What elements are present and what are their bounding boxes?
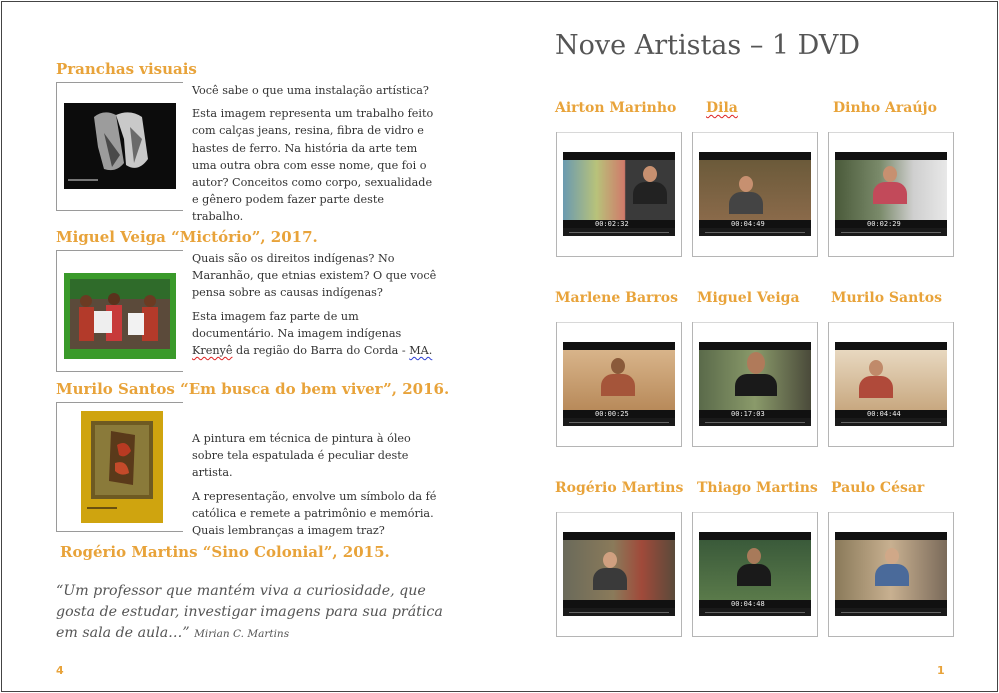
image-frame-painting (56, 402, 183, 532)
video-thumbnail[interactable]: 00:02:32 (563, 152, 675, 236)
page-title: Nove Artistas – 1 DVD (555, 30, 860, 61)
page-number-left: 4 (56, 664, 64, 677)
video-timecode: 00:04:48 (731, 600, 765, 608)
video-timecode: 00:00:25 (595, 410, 629, 418)
video-timecode: 00:02:29 (867, 220, 901, 228)
section-heading-miguel-veiga: Miguel Veiga “Mictório”, 2017. (56, 228, 318, 246)
video-frame-thiago-martins: 00:04:48 (692, 512, 818, 637)
spellcheck-word-krenye: Krenyê (192, 344, 233, 358)
video-controls[interactable] (563, 228, 675, 236)
teacher-quote: “Um professor que mantém viva a curiosid… (56, 581, 446, 645)
video-controls[interactable] (563, 608, 675, 616)
video-controls[interactable] (835, 608, 947, 616)
section2-paragraph-2-part-a: Esta imagem faz parte de um documentário… (192, 309, 402, 340)
image-frame-indigenous (56, 250, 183, 372)
video-controls[interactable] (563, 418, 675, 426)
video-thumbnail[interactable] (835, 532, 947, 616)
artist-name: Rogério Martins (555, 480, 684, 496)
section3-paragraph-2: A representação, envolve um símbolo da f… (192, 489, 437, 538)
video-thumbnail[interactable]: 00:04:48 (699, 532, 811, 616)
indigenous-documentary-image (64, 273, 176, 359)
section1-text: Você sabe o que uma instalação artística… (192, 82, 438, 232)
image-frame-mictorio (56, 82, 183, 211)
video-thumbnail[interactable]: 00:00:25 (563, 342, 675, 426)
video-thumbnail[interactable]: 00:04:44 (835, 342, 947, 426)
artist-name: Murilo Santos (831, 290, 942, 306)
spellcheck-word-ma: MA. (409, 344, 433, 358)
artist-name: Dila (706, 100, 738, 116)
video-thumbnail[interactable] (563, 532, 675, 616)
section-heading-pranchas: Pranchas visuais (56, 60, 197, 78)
section2-text: Quais são os direitos indígenas? No Mara… (192, 250, 438, 365)
section2-paragraph-2: Esta imagem faz parte de um documentário… (192, 308, 438, 360)
section-heading-rogerio-martins: Rogério Martins “Sino Colonial”, 2015. (60, 543, 390, 561)
video-controls[interactable] (835, 228, 947, 236)
video-frame-airton-marinho: 00:02:32 (556, 132, 682, 257)
video-controls[interactable] (835, 418, 947, 426)
section1-paragraph-1: Você sabe o que uma instalação artística… (192, 84, 429, 97)
section3-paragraph-1: A pintura em técnica de pintura à óleo s… (192, 432, 411, 480)
artist-name: Paulo César (831, 480, 925, 496)
video-thumbnail[interactable]: 00:02:29 (835, 152, 947, 236)
video-timecode: 00:02:32 (595, 220, 629, 228)
quote-author: Mirian C. Martins (194, 628, 290, 640)
artist-name: Marlene Barros (555, 290, 679, 306)
section1-paragraph-2: Esta imagem representa um trabalho feito… (192, 107, 434, 224)
video-frame-rogerio-martins (556, 512, 682, 637)
video-controls[interactable] (699, 418, 811, 426)
video-timecode: 00:04:44 (867, 410, 901, 418)
video-frame-marlene-barros: 00:00:25 (556, 322, 682, 447)
artist-name: Airton Marinho (555, 100, 677, 116)
artist-name: Miguel Veiga (697, 290, 800, 306)
video-frame-murilo-santos: 00:04:44 (828, 322, 954, 447)
section3-text: A pintura em técnica de pintura à óleo s… (192, 430, 438, 545)
video-controls[interactable] (699, 228, 811, 236)
video-controls[interactable] (699, 608, 811, 616)
video-frame-dila: 00:04:49 (692, 132, 818, 257)
video-timecode: 00:04:49 (731, 220, 765, 228)
section2-paragraph-2-part-b: da região do Barra do Corda - (232, 344, 410, 358)
video-frame-dinho-araujo: 00:02:29 (828, 132, 954, 257)
oil-painting-image (81, 411, 163, 523)
video-timecode: 00:17:03 (731, 410, 765, 418)
artist-name: Dinho Araújo (833, 100, 937, 116)
mictorio-artwork-image (64, 103, 176, 189)
video-thumbnail[interactable]: 00:17:03 (699, 342, 811, 426)
section2-paragraph-1: Quais são os direitos indígenas? No Mara… (192, 252, 437, 300)
section-heading-murilo-santos: Murilo Santos “Em busca do bem viver”, 2… (56, 380, 450, 398)
artist-name: Thiago Martins (697, 480, 818, 496)
video-frame-paulo-cesar (828, 512, 954, 637)
page-number-right: 1 (937, 664, 945, 677)
video-frame-miguel-veiga: 00:17:03 (692, 322, 818, 447)
video-thumbnail[interactable]: 00:04:49 (699, 152, 811, 236)
